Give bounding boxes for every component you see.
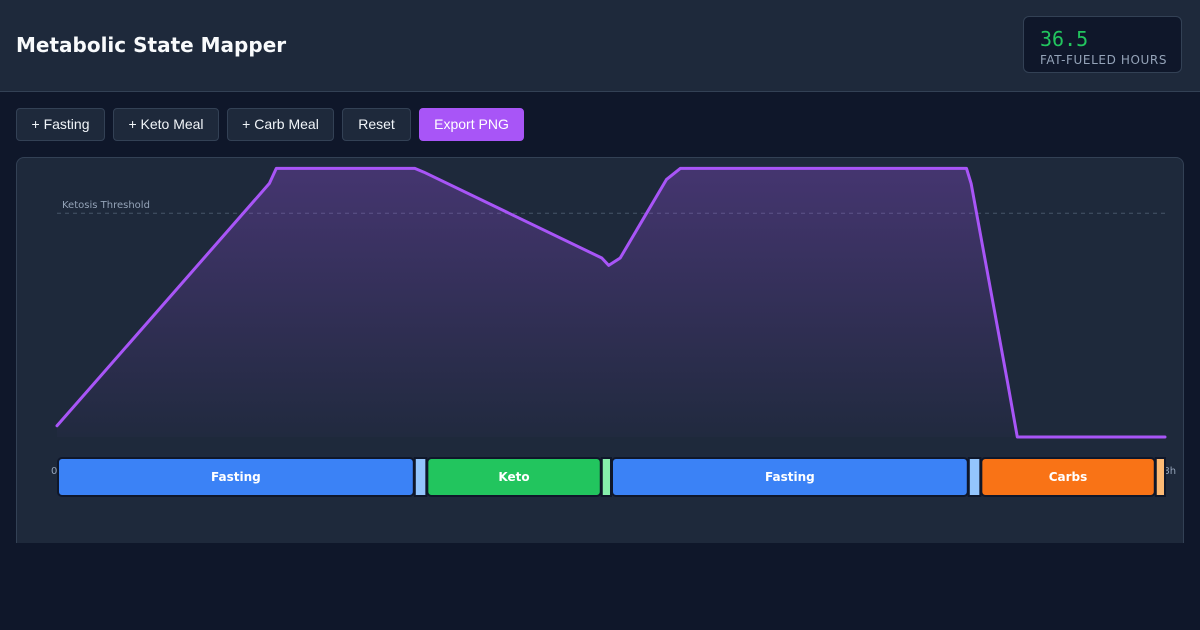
segment-label: Fasting xyxy=(765,470,815,484)
ketosis-area xyxy=(57,168,1165,437)
fat-fueled-hours-card: 36.5 FAT-FUELED HOURS xyxy=(1023,16,1182,73)
segment-resize-handle[interactable] xyxy=(413,457,428,497)
add-fasting-button[interactable]: + Fasting xyxy=(16,108,105,141)
app-title: Metabolic State Mapper xyxy=(16,33,287,57)
fat-fueled-hours-label: FAT-FUELED HOURS xyxy=(1040,53,1168,67)
metabolic-chart: Deep KetosisKetosis Threshold 0 48h Fast… xyxy=(51,166,1176,497)
chart-panel: Deep KetosisKetosis Threshold 0 48h Fast… xyxy=(16,157,1184,543)
add-carb-meal-button[interactable]: + Carb Meal xyxy=(227,108,334,141)
threshold-label: Ketosis Threshold xyxy=(62,200,150,211)
segment-resize-handle[interactable] xyxy=(600,457,612,497)
segment-label: Keto xyxy=(498,470,529,484)
fat-fueled-hours-value: 36.5 xyxy=(1040,27,1089,51)
segment-resize-handle[interactable] xyxy=(1154,457,1167,497)
export-png-button[interactable]: Export PNG xyxy=(419,108,524,141)
x-axis-start-label: 0 xyxy=(51,466,57,477)
add-keto-meal-button[interactable]: + Keto Meal xyxy=(113,108,219,141)
app-header: Metabolic State Mapper 36.5 FAT-FUELED H… xyxy=(0,0,1200,92)
reset-button[interactable]: Reset xyxy=(342,108,411,141)
segment-label: Carbs xyxy=(1049,470,1088,484)
segment-resize-handle[interactable] xyxy=(967,457,982,497)
segment-label: Fasting xyxy=(211,470,261,484)
